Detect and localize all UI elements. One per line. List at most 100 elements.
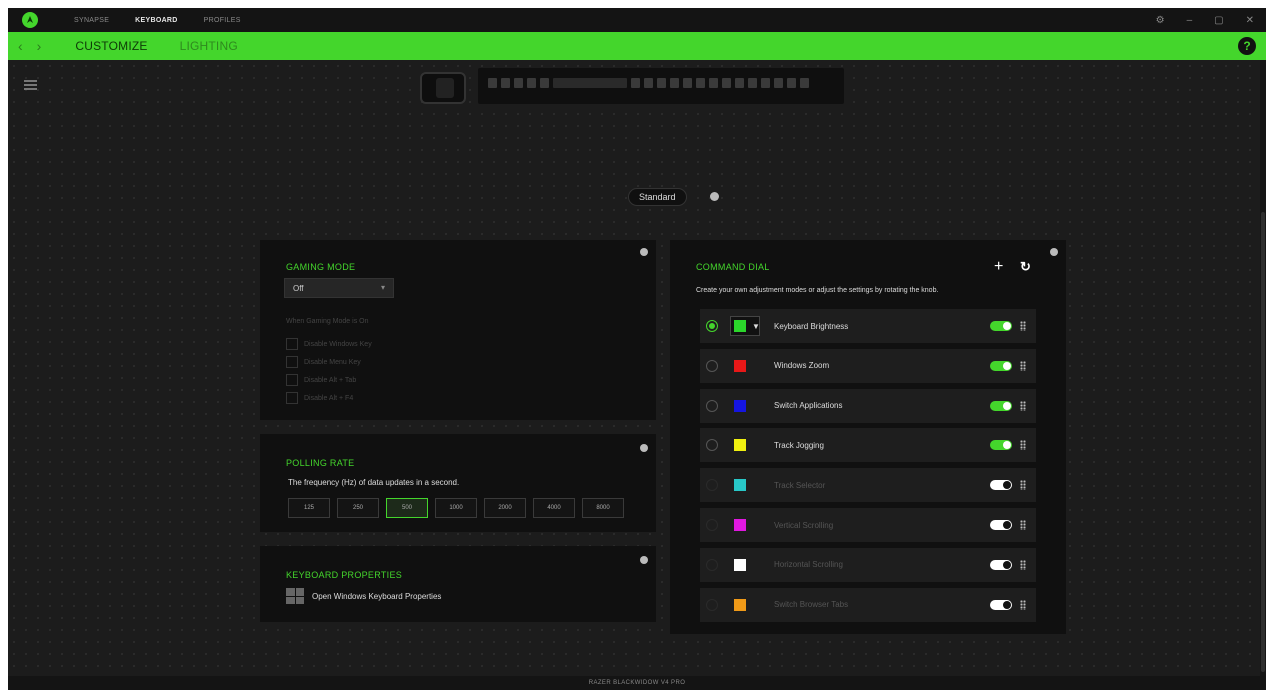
checkbox[interactable] (286, 338, 298, 350)
color-swatch[interactable] (734, 479, 746, 492)
radio-button[interactable] (706, 479, 718, 492)
chevron-down-icon[interactable]: ▼ (752, 322, 760, 331)
toggle-switch[interactable] (990, 321, 1012, 331)
info-icon[interactable] (640, 248, 648, 256)
command-dial-item[interactable]: Switch Browser Tabs (700, 587, 1036, 622)
polling-rate-options: 125 250 500 1000 2000 4000 8000 (288, 498, 624, 518)
gaming-mode-select[interactable]: Off (284, 278, 394, 298)
color-swatch[interactable] (734, 598, 746, 611)
help-icon[interactable]: ? (1238, 37, 1256, 55)
nav-synapse[interactable]: SYNAPSE (74, 17, 109, 24)
tab-lighting[interactable]: LIGHTING (180, 39, 238, 53)
radio-button[interactable] (706, 598, 718, 611)
checkbox[interactable] (286, 374, 298, 386)
toggle-switch[interactable] (990, 559, 1012, 570)
drag-handle-icon[interactable] (1020, 559, 1026, 570)
checkbox-disable-alt-tab[interactable]: Disable Alt + Tab (286, 374, 356, 386)
keyboard-properties-title: KEYBOARD PROPERTIES (286, 570, 403, 580)
color-swatch[interactable] (734, 399, 746, 412)
command-dial-item[interactable]: Windows Zoom (700, 348, 1036, 383)
checkbox-disable-windows-key[interactable]: Disable Windows Key (286, 338, 372, 350)
info-icon[interactable] (710, 192, 719, 201)
scrollbar[interactable] (1260, 60, 1266, 676)
command-dial-item[interactable]: Horizontal Scrolling (700, 547, 1036, 582)
reset-icon[interactable]: ↻ (1020, 259, 1031, 275)
scrollbar-thumb[interactable] (1261, 212, 1265, 672)
checkbox-disable-alt-f4[interactable]: Disable Alt + F4 (286, 392, 353, 404)
drag-handle-icon[interactable] (1020, 400, 1026, 411)
drag-handle-icon[interactable] (1020, 321, 1026, 331)
nav-profiles[interactable]: PROFILES (204, 17, 241, 24)
nav-keyboard[interactable]: KEYBOARD (135, 17, 177, 24)
drag-handle-icon[interactable] (1020, 599, 1026, 610)
tab-bar: ‹ › CUSTOMIZE LIGHTING ? (8, 32, 1266, 60)
color-swatch[interactable] (734, 558, 746, 571)
open-keyboard-properties-link[interactable]: Open Windows Keyboard Properties (286, 588, 441, 604)
maximize-icon[interactable]: ▢ (1214, 15, 1223, 26)
drag-handle-icon[interactable] (1020, 520, 1026, 530)
toggle-switch[interactable] (990, 400, 1012, 411)
add-icon[interactable]: + (994, 258, 1003, 276)
minimize-icon[interactable]: – (1187, 15, 1193, 26)
info-icon[interactable] (640, 556, 648, 564)
info-icon[interactable] (640, 444, 648, 452)
command-dial-item[interactable]: Track Selector (700, 468, 1036, 503)
checkbox-disable-menu-key[interactable]: Disable Menu Key (286, 356, 361, 368)
rate-option-250[interactable]: 250 (337, 498, 379, 518)
color-swatch[interactable] (734, 359, 746, 372)
drag-handle-icon[interactable] (1020, 360, 1026, 371)
windows-icon (286, 588, 304, 604)
menu-icon[interactable] (24, 80, 37, 92)
command-dial-item[interactable]: ▼ Keyboard Brightness (700, 309, 1036, 343)
rate-option-125[interactable]: 125 (288, 498, 330, 518)
profile-mode-button[interactable]: Standard (628, 188, 687, 206)
color-swatch[interactable] (734, 519, 746, 531)
rate-option-2000[interactable]: 2000 (484, 498, 526, 518)
back-arrow-icon[interactable]: ‹ (18, 38, 23, 54)
radio-button[interactable] (706, 399, 718, 412)
close-icon[interactable]: ✕ (1246, 15, 1254, 26)
polling-rate-description: The frequency (Hz) of data updates in a … (288, 478, 460, 487)
checkbox[interactable] (286, 356, 298, 368)
command-dial-item[interactable]: Vertical Scrolling (700, 508, 1036, 542)
keyboard-keys-image (478, 68, 844, 104)
forward-arrow-icon[interactable]: › (37, 38, 42, 54)
toggle-switch[interactable] (990, 520, 1012, 530)
rate-option-500[interactable]: 500 (386, 498, 428, 518)
toggle-switch[interactable] (990, 480, 1012, 491)
device-name: RAZER BLACKWIDOW V4 PRO (8, 676, 1266, 690)
command-dial-item-label: Windows Zoom (774, 361, 830, 371)
drag-handle-icon[interactable] (1020, 440, 1026, 451)
tab-customize[interactable]: CUSTOMIZE (75, 39, 147, 53)
color-swatch[interactable] (734, 320, 746, 332)
rate-option-4000[interactable]: 4000 (533, 498, 575, 518)
command-dial-item[interactable]: Track Jogging (700, 428, 1036, 463)
main-content: Standard GAMING MODE Off When Gaming Mod… (8, 60, 1266, 676)
toggle-switch[interactable] (990, 360, 1012, 371)
radio-button[interactable] (706, 558, 718, 571)
radio-button[interactable] (706, 320, 718, 332)
polling-rate-title: POLLING RATE (286, 458, 355, 468)
drag-handle-icon[interactable] (1020, 480, 1026, 491)
toggle-switch[interactable] (990, 599, 1012, 610)
color-swatch[interactable] (734, 439, 746, 452)
radio-button[interactable] (706, 519, 718, 531)
toggle-switch[interactable] (990, 440, 1012, 451)
top-nav: SYNAPSE KEYBOARD PROFILES (74, 17, 241, 24)
command-dial-item[interactable]: Switch Applications (700, 388, 1036, 423)
rate-option-8000[interactable]: 8000 (582, 498, 624, 518)
radio-button[interactable] (706, 439, 718, 452)
command-dial-item-label: Track Jogging (774, 440, 824, 450)
info-icon[interactable] (1050, 248, 1058, 256)
title-bar: SYNAPSE KEYBOARD PROFILES ⚙ – ▢ ✕ (8, 8, 1266, 32)
app-window: SYNAPSE KEYBOARD PROFILES ⚙ – ▢ ✕ ‹ › CU… (8, 8, 1266, 690)
keyboard-properties-panel: KEYBOARD PROPERTIES Open Windows Keyboar… (260, 546, 656, 622)
command-dial-description: Create your own adjustment modes or adju… (696, 287, 939, 294)
window-controls: ⚙ – ▢ ✕ (1156, 8, 1254, 32)
rate-option-1000[interactable]: 1000 (435, 498, 477, 518)
settings-icon[interactable]: ⚙ (1156, 15, 1165, 26)
command-dial-item-label: Horizontal Scrolling (774, 560, 843, 570)
radio-button[interactable] (706, 359, 718, 372)
razer-logo-icon[interactable] (22, 12, 38, 28)
checkbox[interactable] (286, 392, 298, 404)
